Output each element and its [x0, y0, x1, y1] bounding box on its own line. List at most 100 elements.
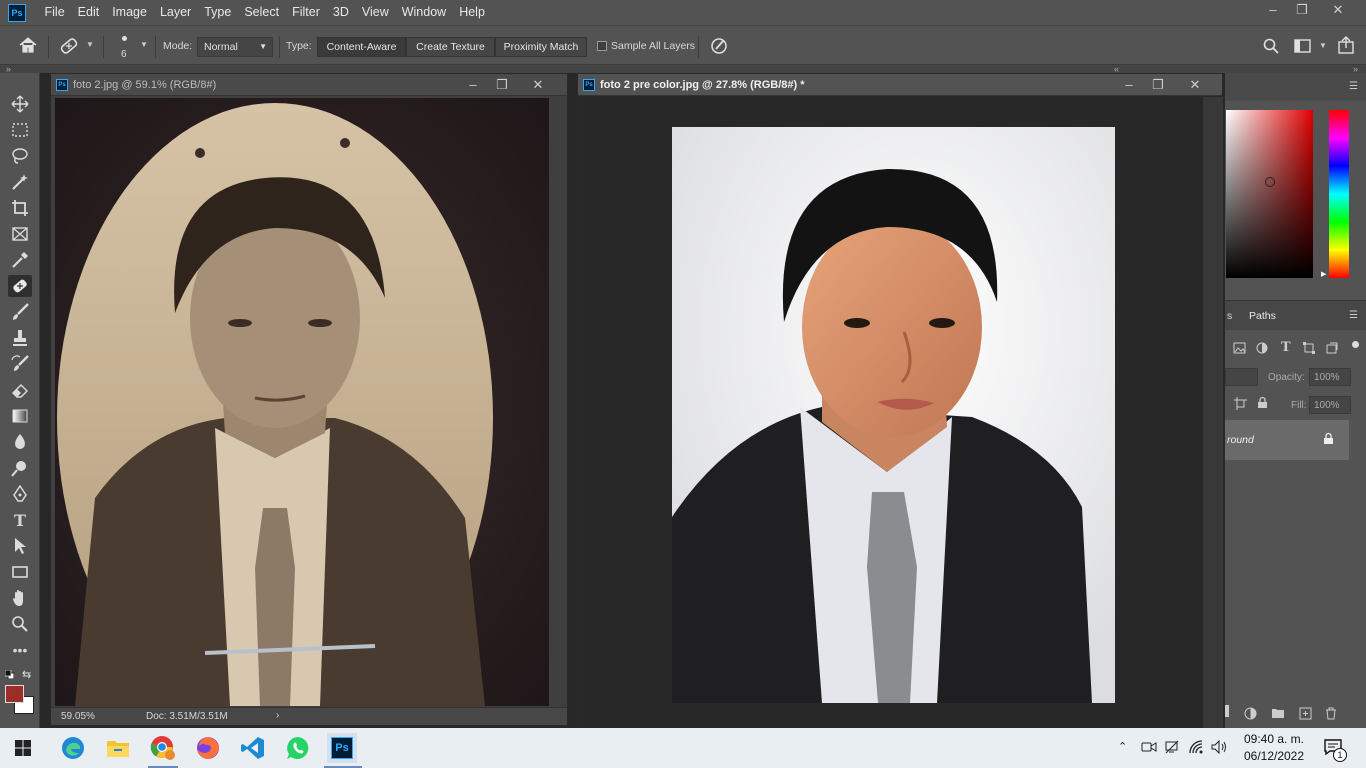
panel-menu-icon[interactable]: ☰	[1349, 81, 1358, 92]
blur-tool-icon[interactable]	[8, 431, 32, 453]
clock-date[interactable]: 06/12/2022	[1232, 749, 1316, 763]
lock-all-icon[interactable]	[1257, 396, 1268, 412]
zoom-level[interactable]: 59.05%	[61, 711, 95, 722]
path-selection-tool-icon[interactable]	[8, 535, 32, 557]
eraser-tool-icon[interactable]	[8, 379, 32, 401]
whatsapp-icon[interactable]	[283, 733, 313, 763]
spot-healing-brush-tool-icon[interactable]	[8, 275, 32, 297]
home-icon[interactable]	[18, 36, 38, 57]
close-button[interactable]: ✕	[1320, 0, 1356, 22]
foreground-color-swatch[interactable]	[5, 685, 24, 703]
brush-tool-icon[interactable]	[8, 301, 32, 323]
document-minimize-button[interactable]: –	[459, 76, 487, 94]
document-restore-button[interactable]: ❐	[488, 76, 516, 94]
windows-start-icon[interactable]	[8, 733, 38, 763]
document-title-bar[interactable]: Ps foto 2.jpg @ 59.1% (RGB/8#) – ❐ ✕	[51, 74, 567, 96]
color-field[interactable]	[1226, 110, 1313, 278]
workspace-icon[interactable]	[1294, 39, 1312, 56]
hue-slider[interactable]	[1329, 110, 1349, 278]
pressure-size-icon[interactable]	[710, 37, 728, 58]
fill-input[interactable]: 100%	[1309, 396, 1351, 414]
menu-file[interactable]: File	[38, 0, 71, 25]
search-icon[interactable]	[1263, 38, 1279, 57]
file-explorer-icon[interactable]	[103, 733, 133, 763]
document-restore-button[interactable]: ❐	[1144, 76, 1172, 94]
filter-toggle[interactable]	[1352, 341, 1359, 348]
layer-name[interactable]: round	[1227, 434, 1254, 446]
edge-icon[interactable]	[58, 733, 88, 763]
chrome-icon[interactable]	[148, 733, 178, 763]
create-texture-button[interactable]: Create Texture	[406, 37, 495, 57]
new-group-icon[interactable]	[1271, 707, 1285, 722]
chevron-down-icon[interactable]: ▼	[86, 40, 94, 49]
proximity-match-button[interactable]: Proximity Match	[495, 37, 587, 57]
document-close-button[interactable]: ✕	[1181, 76, 1209, 94]
crop-tool-icon[interactable]	[8, 197, 32, 219]
document-window-foto-2[interactable]: Ps foto 2.jpg @ 59.1% (RGB/8#) – ❐ ✕ 59.…	[50, 73, 568, 726]
menu-view[interactable]: View	[355, 0, 395, 25]
default-colors-icon[interactable]	[4, 669, 15, 680]
new-layer-icon[interactable]	[1299, 707, 1312, 723]
dodge-tool-icon[interactable]	[8, 457, 32, 479]
canvas-colorized-photo[interactable]	[672, 127, 1115, 703]
menu-help[interactable]: Help	[453, 0, 492, 25]
tab-partial[interactable]: s	[1227, 310, 1232, 322]
menu-filter[interactable]: Filter	[286, 0, 327, 25]
menu-type[interactable]: Type	[198, 0, 238, 25]
share-icon[interactable]	[1337, 36, 1355, 57]
chevron-right-icon[interactable]: ›	[276, 710, 279, 721]
menu-3d[interactable]: 3D	[326, 0, 355, 25]
chevron-down-icon[interactable]: ▼	[140, 40, 148, 49]
lock-artboard-icon[interactable]	[1234, 397, 1247, 413]
document-window-foto-2-pre-color[interactable]: Ps foto 2 pre color.jpg @ 27.8% (RGB/8#)…	[577, 73, 1223, 730]
menu-image[interactable]: Image	[106, 0, 154, 25]
lasso-tool-icon[interactable]	[8, 145, 32, 167]
frame-tool-icon[interactable]	[8, 223, 32, 245]
filter-type-icon[interactable]: T	[1281, 340, 1291, 355]
eyedropper-tool-icon[interactable]	[8, 249, 32, 271]
restore-button[interactable]: ❐	[1284, 0, 1320, 22]
document-title-bar[interactable]: Ps foto 2 pre color.jpg @ 27.8% (RGB/8#)…	[578, 74, 1222, 96]
pen-tool-icon[interactable]	[8, 483, 32, 505]
new-adjustment-layer-icon[interactable]	[1244, 707, 1257, 723]
color-picker-cursor[interactable]	[1265, 177, 1275, 187]
spot-healing-brush-icon[interactable]	[58, 36, 82, 59]
vscode-icon[interactable]	[238, 733, 268, 763]
swap-colors-icon[interactable]: ⇆	[22, 668, 31, 681]
magic-wand-tool-icon[interactable]	[8, 171, 32, 193]
filter-smart-object-icon[interactable]	[1326, 342, 1338, 357]
sample-all-layers-checkbox[interactable]	[597, 41, 607, 51]
volume-icon[interactable]	[1211, 739, 1229, 757]
canvas-old-photo[interactable]	[55, 98, 549, 706]
layer-link-icon[interactable]	[1225, 705, 1229, 717]
filter-shape-icon[interactable]	[1303, 342, 1315, 357]
filter-adjustment-icon[interactable]	[1256, 342, 1268, 357]
gradient-tool-icon[interactable]	[8, 405, 32, 427]
firefox-icon[interactable]	[193, 733, 223, 763]
panel-menu-icon[interactable]: ☰	[1349, 310, 1358, 321]
delete-layer-icon[interactable]	[1325, 707, 1337, 723]
vertical-scrollbar[interactable]	[1203, 97, 1223, 729]
menu-window[interactable]: Window	[395, 0, 452, 25]
marquee-tool-icon[interactable]	[8, 119, 32, 141]
menu-edit[interactable]: Edit	[71, 0, 106, 25]
meet-icon[interactable]	[1141, 740, 1157, 757]
history-brush-tool-icon[interactable]	[8, 353, 32, 375]
filter-image-icon[interactable]	[1233, 342, 1246, 357]
clock-time[interactable]: 09:40 a. m.	[1232, 732, 1316, 746]
clone-stamp-tool-icon[interactable]	[8, 327, 32, 349]
photoshop-taskbar-icon[interactable]: Ps	[327, 733, 357, 763]
hue-slider-handle[interactable]: ▶	[1321, 270, 1326, 278]
wifi-icon[interactable]	[1189, 740, 1205, 757]
rectangle-tool-icon[interactable]	[8, 561, 32, 583]
document-close-button[interactable]: ✕	[524, 76, 552, 94]
chevron-down-icon[interactable]: ▼	[1319, 41, 1327, 50]
menu-layer[interactable]: Layer	[153, 0, 197, 25]
menu-select[interactable]: Select	[238, 0, 286, 25]
chevron-up-icon[interactable]: ⌃	[1118, 740, 1127, 753]
document-minimize-button[interactable]: –	[1115, 76, 1143, 94]
zoom-tool-icon[interactable]	[8, 613, 32, 635]
layer-row-background[interactable]: round	[1225, 420, 1349, 460]
opacity-input[interactable]: 100%	[1309, 368, 1351, 386]
hand-tool-icon[interactable]	[8, 587, 32, 609]
